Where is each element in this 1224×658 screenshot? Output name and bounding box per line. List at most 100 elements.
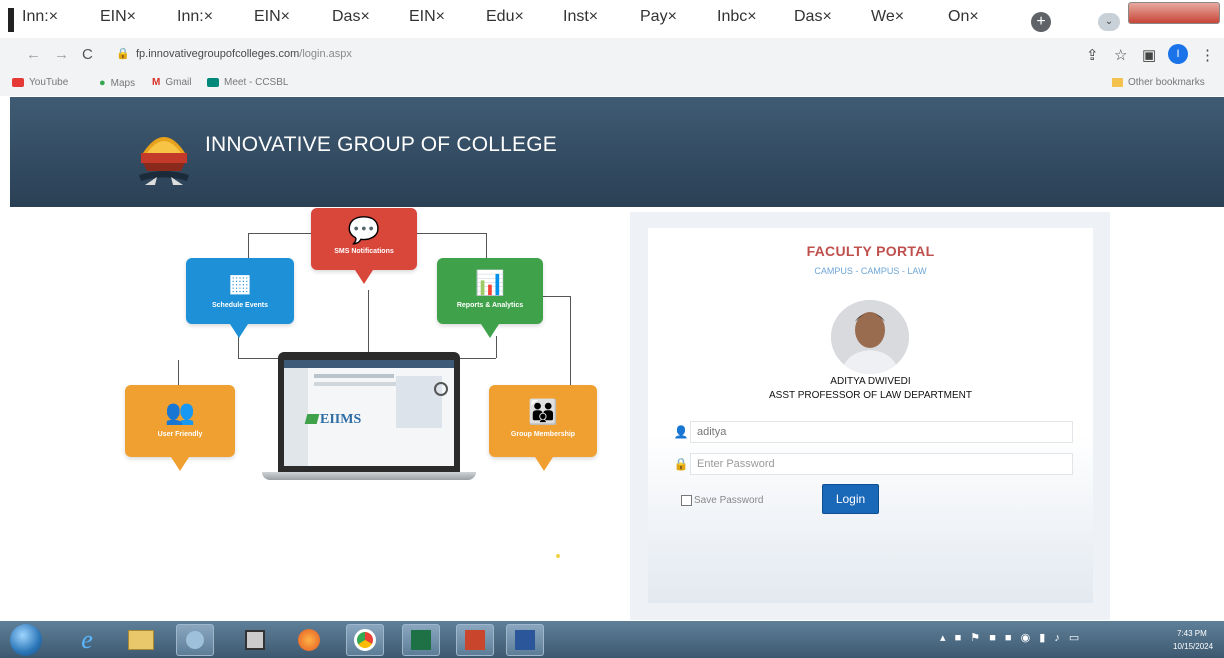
screen-sidebar — [284, 368, 308, 466]
browser-tab[interactable]: We× — [871, 8, 904, 26]
browser-tab[interactable]: Pay× — [640, 8, 677, 26]
connector-line — [248, 233, 249, 259]
browser-tab[interactable]: EIN× — [100, 8, 136, 26]
forward-arrow-icon[interactable]: → — [54, 46, 69, 63]
bookmark-maps[interactable]: ● Maps — [99, 77, 135, 89]
bookmark-gmail[interactable]: M Gmail — [152, 77, 191, 88]
browser-tab[interactable]: Das× — [794, 8, 832, 26]
tab-close-icon[interactable]: × — [360, 8, 369, 25]
internet-explorer-icon[interactable]: e — [68, 624, 106, 656]
browser-tab[interactable]: Inst× — [563, 8, 598, 26]
gmail-icon: M — [152, 77, 161, 88]
college-logo — [139, 137, 189, 185]
reload-icon[interactable]: C — [82, 46, 93, 63]
tab-close-icon[interactable]: × — [49, 8, 58, 25]
firefox-icon[interactable] — [290, 624, 328, 656]
bookmark-label: Maps — [110, 77, 136, 89]
file-explorer-icon[interactable] — [122, 624, 160, 656]
browser-tab[interactable]: Inn:× — [22, 8, 58, 26]
url-text: fp.innovativegroupofcolleges.com/login.a… — [136, 48, 352, 60]
start-button[interactable] — [10, 624, 42, 656]
chrome-icon[interactable] — [346, 624, 384, 656]
powerpoint-icon[interactable] — [456, 624, 494, 656]
bookmark-label: YouTube — [29, 77, 69, 88]
username-row: 👤 — [672, 421, 1073, 443]
login-card — [648, 228, 1093, 603]
tab-close-icon[interactable]: × — [281, 8, 290, 25]
other-bookmarks[interactable]: Other bookmarks — [1112, 77, 1205, 88]
bookmark-youtube[interactable]: YouTube — [12, 77, 68, 88]
connector-line — [368, 290, 369, 352]
tab-label: EIN — [100, 8, 127, 25]
user-photo-image — [831, 300, 909, 374]
taskbar-app-icon[interactable] — [176, 624, 214, 656]
browser-tab[interactable]: Inn:× — [177, 8, 213, 26]
maps-icon: ● — [99, 77, 106, 89]
tab-close-icon[interactable]: × — [895, 8, 904, 25]
youtube-icon — [12, 78, 24, 87]
back-arrow-icon[interactable]: ← — [26, 46, 41, 63]
password-input[interactable] — [690, 453, 1073, 475]
clock-date[interactable]: 10/15/2024 — [1173, 642, 1213, 651]
share-icon[interactable]: ⇪ — [1086, 46, 1099, 64]
profile-avatar[interactable]: I — [1168, 44, 1188, 64]
bookmark-star-icon[interactable]: ☆ — [1114, 46, 1127, 64]
card-tail — [230, 324, 248, 338]
browser-tab[interactable]: Edu× — [486, 8, 524, 26]
save-password-option[interactable]: Save Password — [681, 495, 763, 506]
system-tray-icons[interactable]: ▴ ■ ⚑ ■ ■ ◉ ▮ ♪ ▭ — [940, 631, 1082, 644]
tab-label: Inst — [563, 8, 589, 25]
user-icon: 👤 — [673, 425, 689, 439]
browser-tab[interactable]: Das× — [332, 8, 370, 26]
tab-close-icon[interactable]: × — [204, 8, 213, 25]
laptop-screen: EIIMS — [278, 352, 460, 472]
tab-close-icon[interactable]: × — [436, 8, 445, 25]
window-edge — [8, 8, 14, 32]
tab-label: EIN — [409, 8, 436, 25]
excel-icon[interactable] — [402, 624, 440, 656]
tab-close-icon[interactable]: × — [969, 8, 978, 25]
browser-tab[interactable]: On× — [948, 8, 979, 26]
tab-label: Pay — [640, 8, 668, 25]
word-icon[interactable] — [506, 624, 544, 656]
clock-icon — [434, 382, 448, 396]
tab-label: Edu — [486, 8, 515, 25]
lock-icon: 🔒 — [116, 48, 130, 60]
clock-time[interactable]: 7:43 PM — [1177, 629, 1207, 638]
username-input[interactable] — [690, 421, 1073, 443]
browser-tab[interactable]: EIN× — [254, 8, 290, 26]
new-tab-button[interactable]: + — [1031, 12, 1051, 32]
tab-close-icon[interactable]: × — [589, 8, 598, 25]
users-gear-icon: 👥 — [165, 399, 195, 426]
tab-close-icon[interactable]: × — [127, 8, 136, 25]
tab-close-icon[interactable]: × — [668, 8, 677, 25]
side-panel-icon[interactable]: ▣ — [1142, 46, 1156, 64]
browser-tab[interactable]: Inbc× — [717, 8, 757, 26]
bookmark-label: Gmail — [165, 77, 192, 88]
tab-label: On — [948, 8, 970, 25]
save-password-checkbox[interactable] — [681, 495, 692, 506]
bookmark-meet[interactable]: Meet - CCSBL — [207, 77, 288, 88]
card-tail — [355, 270, 373, 284]
other-bookmarks-label: Other bookmarks — [1128, 77, 1205, 88]
sms-notifications-card: 💬 SMS Notifications — [311, 208, 417, 284]
bookmark-label: Meet - CCSBL — [224, 77, 289, 88]
address-bar[interactable]: 🔒 fp.innovativegroupofcolleges.com/login… — [106, 44, 1066, 66]
site-title: INNOVATIVE GROUP OF COLLEGE — [205, 133, 557, 156]
card-label: User Friendly — [157, 431, 203, 438]
connector-line — [460, 358, 496, 359]
save-password-label: Save Password — [694, 495, 764, 506]
user-avatar — [831, 300, 909, 374]
tab-close-icon[interactable]: × — [514, 8, 523, 25]
more-menu-icon[interactable]: ⋮ — [1200, 46, 1215, 64]
tab-close-icon[interactable]: × — [747, 8, 756, 25]
connector-line — [486, 233, 487, 259]
tab-label: Inbc — [717, 8, 748, 25]
tab-close-icon[interactable]: × — [822, 8, 831, 25]
tab-label: Das — [794, 8, 823, 25]
media-player-icon[interactable] — [236, 624, 274, 656]
window-controls[interactable] — [1128, 2, 1220, 24]
login-button[interactable]: Login — [822, 484, 879, 514]
browser-tab[interactable]: EIN× — [409, 8, 445, 26]
tab-search-button[interactable]: ⌄ — [1098, 13, 1120, 31]
